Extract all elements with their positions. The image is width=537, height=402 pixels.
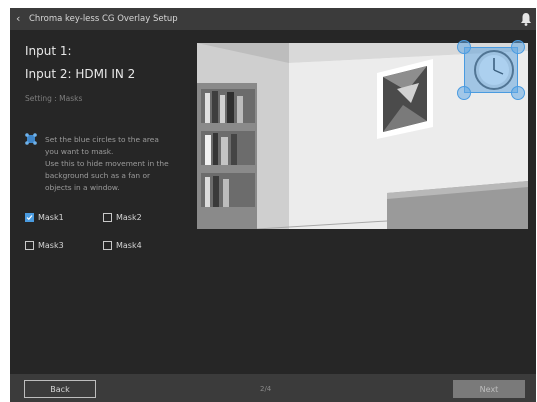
mask-handle-top-right[interactable]	[511, 40, 525, 54]
setting-label: Setting : Masks	[25, 94, 83, 103]
checkbox-unchecked-icon[interactable]	[103, 213, 112, 222]
bell-icon[interactable]	[520, 11, 532, 27]
instruction-text: Set the blue circles to the area you wan…	[45, 134, 195, 194]
mask-handle-bottom-right[interactable]	[511, 86, 525, 100]
back-button[interactable]: Back	[24, 380, 96, 398]
title-bar: ‹ Chroma key-less CG Overlay Setup	[10, 8, 536, 30]
mask-handle-top-left[interactable]	[457, 40, 471, 54]
input1-heading: Input 1:	[25, 44, 72, 58]
instruction-line: objects in a window.	[45, 183, 120, 192]
mask4-checkbox[interactable]: Mask4	[103, 241, 142, 250]
mask-handle-bottom-left[interactable]	[457, 86, 471, 100]
checkbox-checked-icon[interactable]	[25, 213, 34, 222]
footer-bar: Back 2/4 Next	[10, 374, 536, 402]
page-indicator: 2/4	[260, 385, 272, 393]
instruction-line: you want to mask.	[45, 147, 114, 156]
input2-heading: Input 2: HDMI IN 2	[25, 67, 136, 81]
mask1-label: Mask1	[38, 213, 64, 222]
mask-handles-icon	[25, 133, 37, 145]
checkbox-unchecked-icon[interactable]	[25, 241, 34, 250]
mask2-checkbox[interactable]: Mask2	[103, 213, 142, 222]
window-title: Chroma key-less CG Overlay Setup	[29, 14, 178, 24]
chevron-left-icon[interactable]: ‹	[16, 11, 20, 27]
app-window: ‹ Chroma key-less CG Overlay Setup Input…	[10, 8, 536, 402]
instruction-line: background such as a fan or	[45, 171, 151, 180]
checkbox-unchecked-icon[interactable]	[103, 241, 112, 250]
mask3-label: Mask3	[38, 241, 64, 250]
mask1-checkbox[interactable]: Mask1	[25, 213, 64, 222]
mask2-label: Mask2	[116, 213, 142, 222]
mask4-label: Mask4	[116, 241, 142, 250]
instruction-line: Use this to hide movement in the	[45, 159, 169, 168]
next-button[interactable]: Next	[453, 380, 525, 398]
mask-area[interactable]	[464, 47, 518, 93]
instruction-line: Set the blue circles to the area	[45, 135, 159, 144]
mask3-checkbox[interactable]: Mask3	[25, 241, 64, 250]
